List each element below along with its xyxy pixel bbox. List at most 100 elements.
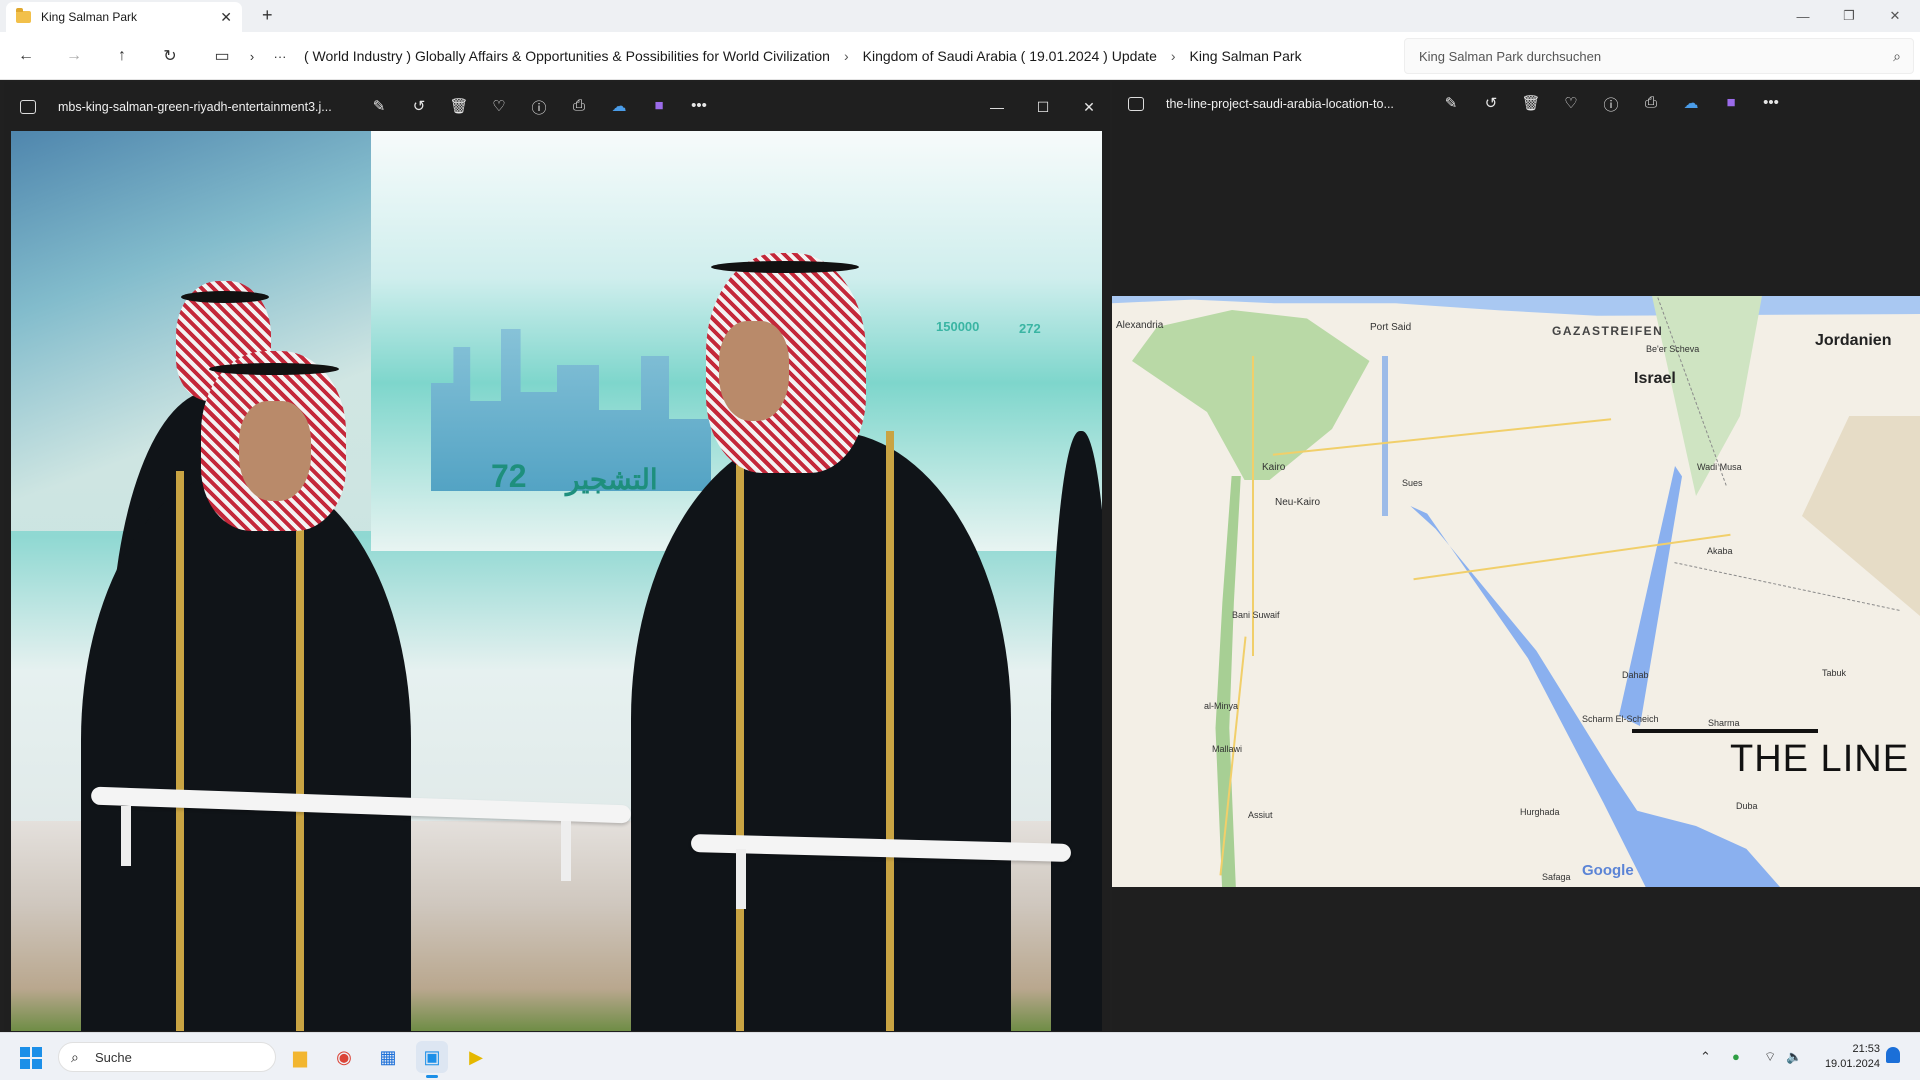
taskbar-search-input[interactable]: ⌕ Suche bbox=[58, 1042, 276, 1072]
print-icon[interactable]: ⎙ bbox=[1640, 94, 1662, 115]
tab-close-icon[interactable]: ✕ bbox=[220, 9, 232, 26]
info-icon[interactable]: ⓘ bbox=[1600, 94, 1622, 115]
clipchamp-icon[interactable]: ■ bbox=[648, 97, 670, 118]
favorite-heart-icon[interactable]: ♡ bbox=[1560, 94, 1582, 115]
onedrive-icon[interactable]: ☁ bbox=[608, 97, 630, 118]
viewer-toolbar: the-line-project-saudi-arabia-location-t… bbox=[1112, 82, 1920, 126]
print-icon[interactable]: ⎙ bbox=[568, 97, 590, 118]
map-label-city: Tabuk bbox=[1822, 668, 1847, 678]
explorer-tab[interactable]: King Salman Park ✕ bbox=[6, 2, 242, 32]
search-icon: ⌕ bbox=[1893, 48, 1901, 64]
forward-arrow-icon[interactable]: → bbox=[62, 44, 86, 68]
edit-image-icon[interactable]: ✎ bbox=[1440, 94, 1462, 115]
clock-date: 19.01.2024 bbox=[1824, 1058, 1880, 1070]
photo-stat-272: 272 bbox=[1019, 321, 1041, 336]
clock-time: 21:53 bbox=[1852, 1043, 1880, 1055]
taskbar: ⌕ Suche ▆ ◉ ▦ ▣ ▶ ⌃ ● ⌔ 🔈 21:53 19.01.20… bbox=[0, 1032, 1920, 1080]
map-label-country: Jordanien bbox=[1815, 332, 1892, 349]
explorer-title-bar: King Salman Park ✕ + — ❐ ✕ bbox=[0, 0, 1920, 32]
folder-icon bbox=[16, 8, 31, 23]
agal bbox=[711, 261, 859, 273]
security-shield-icon[interactable]: ● bbox=[1732, 1049, 1740, 1064]
folder-search-input[interactable]: King Salman Park durchsuchen ⌕ bbox=[1404, 38, 1914, 74]
this-pc-icon[interactable]: ▭ bbox=[210, 44, 234, 68]
tab-title: King Salman Park bbox=[41, 10, 138, 24]
wifi-icon[interactable]: ⌔ bbox=[1764, 1049, 1776, 1065]
face bbox=[239, 401, 311, 501]
up-arrow-icon[interactable]: ↑ bbox=[110, 44, 134, 68]
rotate-icon[interactable]: ↺ bbox=[408, 97, 430, 118]
clipchamp-icon[interactable]: ■ bbox=[1720, 94, 1742, 115]
notification-bell-icon[interactable] bbox=[1886, 1047, 1900, 1063]
nile-delta bbox=[1132, 310, 1370, 480]
map-label-city: Kairo bbox=[1262, 462, 1286, 473]
taskbar-search-label: Suche bbox=[95, 1050, 132, 1065]
map-label-city: Neu-Kairo bbox=[1275, 497, 1321, 508]
viewer-filename: the-line-project-saudi-arabia-location-t… bbox=[1166, 97, 1394, 111]
map-label-city: Wadi Musa bbox=[1697, 462, 1742, 472]
refresh-icon[interactable]: ↻ bbox=[158, 44, 182, 68]
file-explorer-icon[interactable]: ▆ bbox=[284, 1041, 316, 1073]
photos-taskbar-icon[interactable]: ▣ bbox=[416, 1041, 448, 1078]
photos-app-icon bbox=[20, 100, 36, 114]
viewer-close-button[interactable]: ✕ bbox=[1066, 82, 1110, 132]
map-label-city: al-Minya bbox=[1204, 701, 1239, 711]
new-tab-button[interactable]: + bbox=[262, 5, 273, 26]
edit-image-icon[interactable]: ✎ bbox=[368, 97, 390, 118]
map-label-city: Scharm El-Scheich bbox=[1582, 714, 1659, 724]
map-label-region: GAZASTREIFEN bbox=[1552, 324, 1664, 338]
explorer-navigation-bar: ← → ↑ ↻ ▭ › ··· ( World Industry ) Globa… bbox=[0, 32, 1920, 80]
info-icon[interactable]: ⓘ bbox=[528, 97, 550, 118]
map-label-city: Assiut bbox=[1248, 810, 1273, 820]
favorite-heart-icon[interactable]: ♡ bbox=[488, 97, 510, 118]
rotate-icon[interactable]: ↺ bbox=[1480, 94, 1502, 115]
back-arrow-icon[interactable]: ← bbox=[14, 44, 38, 68]
microsoft-store-icon[interactable]: ▦ bbox=[372, 1041, 404, 1073]
breadcrumb-item-ksa-update[interactable]: Kingdom of Saudi Arabia ( 19.01.2024 ) U… bbox=[863, 48, 1157, 64]
map-label-city: Dahab bbox=[1622, 670, 1649, 680]
map-label-city: Bani Suwaif bbox=[1232, 610, 1280, 620]
delete-icon[interactable]: 🗑 bbox=[1520, 94, 1542, 115]
chevron-right-icon: › bbox=[249, 48, 255, 64]
map-label-city: Sharma bbox=[1708, 718, 1740, 728]
chrome-icon[interactable]: ◉ bbox=[328, 1041, 360, 1073]
more-options-icon[interactable]: ••• bbox=[1760, 94, 1782, 115]
system-clock[interactable]: 21:53 19.01.2024 bbox=[1810, 1042, 1880, 1072]
media-player-icon[interactable]: ▶ bbox=[460, 1041, 492, 1073]
person-right-edge bbox=[1051, 431, 1102, 1031]
chevron-right-icon: › bbox=[843, 48, 849, 64]
suez-canal bbox=[1382, 356, 1388, 516]
photo-arabic-heading: التشجير bbox=[566, 464, 658, 495]
map-the-line-location: Alexandria Port Said GAZASTREIFEN Jordan… bbox=[1112, 296, 1920, 887]
person-king bbox=[81, 471, 411, 1031]
delete-icon[interactable]: 🗑 bbox=[448, 97, 470, 118]
more-options-icon[interactable]: ••• bbox=[688, 97, 710, 118]
map-label-city: Be'er Scheva bbox=[1646, 344, 1700, 354]
show-hidden-icons-chevron-icon[interactable]: ⌃ bbox=[1700, 1049, 1711, 1065]
breadcrumb-item-world-industry[interactable]: ( World Industry ) Globally Affairs & Op… bbox=[304, 48, 830, 64]
red-sea bbox=[1410, 506, 1780, 887]
agal bbox=[181, 291, 269, 303]
viewer-minimize-button[interactable]: — bbox=[974, 82, 1020, 132]
map-label-city: Duba bbox=[1736, 801, 1758, 811]
photo-big-number: 72 bbox=[491, 458, 527, 494]
viewer-filename: mbs-king-salman-green-riyadh-entertainme… bbox=[58, 100, 332, 114]
viewer-toolbar: mbs-king-salman-green-riyadh-entertainme… bbox=[4, 82, 1110, 132]
restore-button[interactable]: ❐ bbox=[1826, 0, 1872, 32]
map-label-city: Port Said bbox=[1370, 322, 1412, 333]
photo-stat-150000: 150000 bbox=[936, 319, 980, 334]
speaker-icon[interactable]: 🔈 bbox=[1786, 1049, 1802, 1065]
onedrive-icon[interactable]: ☁ bbox=[1680, 94, 1702, 115]
more-path-button[interactable]: ··· bbox=[268, 44, 292, 68]
minimize-button[interactable]: — bbox=[1780, 0, 1826, 32]
windows-start-icon[interactable] bbox=[20, 1047, 42, 1069]
search-placeholder: King Salman Park durchsuchen bbox=[1419, 49, 1602, 64]
photos-app-icon bbox=[1128, 97, 1144, 111]
viewer-maximize-button[interactable]: ☐ bbox=[1020, 82, 1066, 132]
photo-king-salman-park-model: 150000 272 72 التشجير bbox=[11, 131, 1102, 1031]
breadcrumb-item-king-salman-park[interactable]: King Salman Park bbox=[1190, 48, 1302, 64]
close-window-button[interactable]: ✕ bbox=[1872, 0, 1918, 32]
map-label-city: Alexandria bbox=[1116, 320, 1164, 331]
nile-valley bbox=[1215, 476, 1241, 887]
chevron-right-icon: › bbox=[1170, 48, 1176, 64]
